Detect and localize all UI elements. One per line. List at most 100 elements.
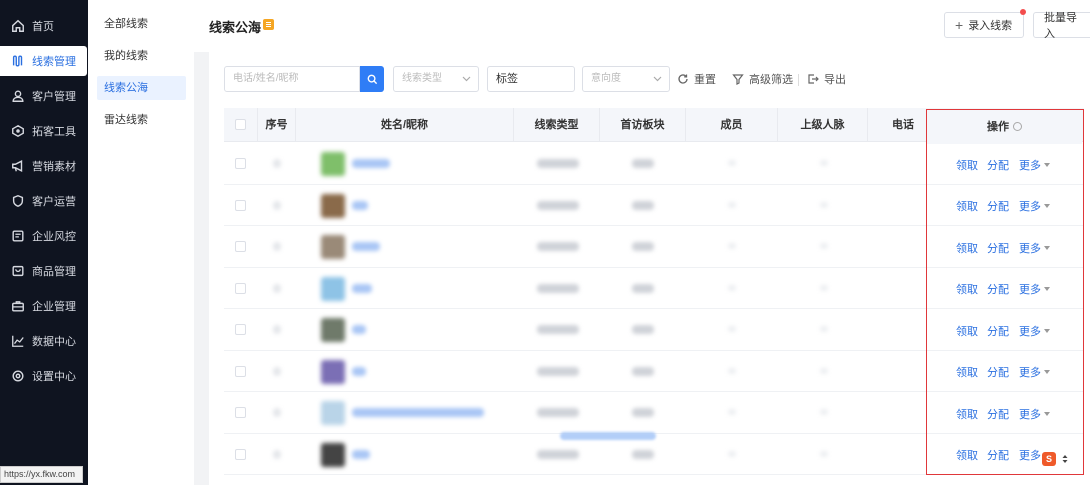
nav-label: 拓客工具: [32, 126, 76, 138]
assign-button[interactable]: 分配: [987, 323, 1009, 339]
more-dropdown[interactable]: 更多: [1019, 364, 1050, 380]
assign-button[interactable]: 分配: [987, 240, 1009, 256]
nav-item-operation[interactable]: 客户运营: [0, 186, 88, 216]
more-label: 更多: [1019, 367, 1041, 380]
row-checkbox[interactable]: [235, 407, 246, 418]
lead-type-placeholder: 线索类型: [402, 73, 442, 84]
more-label: 更多: [1019, 242, 1041, 255]
lead-name-blurred[interactable]: [352, 366, 366, 376]
settings-icon: [11, 369, 25, 383]
claim-button[interactable]: 领取: [956, 364, 978, 380]
lead-type-select[interactable]: 线索类型: [393, 66, 479, 92]
avatar: [321, 442, 345, 467]
submenu-my-leads[interactable]: 我的线索: [97, 44, 186, 68]
add-lead-label: 录入线索: [968, 20, 1013, 32]
advanced-filter-button[interactable]: 高级筛选: [732, 71, 793, 87]
briefcase-icon: [11, 299, 25, 313]
claim-button[interactable]: 领取: [956, 323, 978, 339]
assign-button[interactable]: 分配: [987, 157, 1009, 173]
nav-item-tools[interactable]: 拓客工具: [0, 116, 88, 146]
search-icon: [367, 74, 377, 84]
nav-label: 客户管理: [32, 91, 76, 103]
column-header-operations: 操作: [927, 110, 1082, 144]
intent-select[interactable]: 意向度: [582, 66, 670, 92]
lead-name-blurred[interactable]: [352, 325, 366, 334]
assign-button[interactable]: 分配: [987, 281, 1009, 297]
tag-select[interactable]: 标签: [487, 66, 575, 92]
nav-item-customers[interactable]: 客户管理: [0, 81, 88, 111]
claim-button[interactable]: 领取: [956, 198, 978, 214]
caret-down-icon: [1044, 411, 1050, 416]
member-blurred: [728, 160, 736, 166]
more-label: 更多: [1019, 284, 1041, 297]
submenu-all-leads[interactable]: 全部线索: [97, 12, 186, 36]
nav-item-marketing[interactable]: 营销素材: [0, 151, 88, 181]
member-blurred: [728, 367, 736, 374]
member-blurred: [728, 326, 736, 332]
claim-button[interactable]: 领取: [956, 406, 978, 422]
caret-down-icon: [1044, 204, 1050, 209]
row-actions: 领取 分配 更多: [927, 144, 1082, 186]
export-button[interactable]: 导出: [807, 71, 846, 87]
assign-button[interactable]: 分配: [987, 198, 1009, 214]
avatar: [321, 235, 345, 259]
risk-icon: [11, 229, 25, 243]
select-all-checkbox[interactable]: [235, 119, 246, 130]
submenu-radar-leads[interactable]: 雷达线索: [97, 108, 186, 132]
row-actions: 领取 分配 更多: [927, 269, 1082, 311]
product-icon: [11, 264, 25, 278]
row-checkbox[interactable]: [235, 324, 246, 335]
row-checkbox[interactable]: [235, 199, 246, 211]
claim-button[interactable]: 领取: [956, 240, 978, 256]
lead-name-blurred[interactable]: [352, 449, 370, 459]
nav-item-settings[interactable]: 设置中心: [0, 361, 88, 391]
first-visit-blurred: [632, 283, 654, 293]
claim-button[interactable]: 领取: [956, 281, 978, 297]
claim-button[interactable]: 领取: [956, 157, 978, 173]
more-dropdown[interactable]: 更多: [1019, 281, 1050, 297]
more-dropdown[interactable]: 更多: [1019, 157, 1050, 173]
reset-button[interactable]: 重置: [677, 71, 716, 87]
more-dropdown[interactable]: 更多: [1019, 406, 1050, 422]
lead-name-blurred[interactable]: [352, 159, 390, 168]
more-dropdown[interactable]: 更多: [1019, 240, 1050, 256]
add-lead-button[interactable]: + 录入线索: [944, 12, 1024, 38]
lead-name-blurred[interactable]: [352, 408, 484, 417]
lead-type-blurred: [537, 408, 579, 417]
row-checkbox[interactable]: [235, 282, 246, 294]
search-button[interactable]: [360, 66, 384, 92]
floating-helper-button[interactable]: S: [1042, 450, 1074, 467]
row-checkbox[interactable]: [235, 158, 246, 169]
assign-button[interactable]: 分配: [987, 406, 1009, 422]
nav-item-products[interactable]: 商品管理: [0, 256, 88, 286]
megaphone-icon: [11, 159, 25, 173]
row-checkbox[interactable]: [235, 241, 246, 252]
menu-badge-icon[interactable]: [263, 19, 274, 30]
export-icon: [808, 74, 819, 84]
row-checkbox[interactable]: [235, 365, 246, 377]
lead-name-blurred[interactable]: [352, 200, 368, 210]
submenu-public-pool[interactable]: 线索公海: [97, 76, 186, 100]
claim-button[interactable]: 领取: [956, 447, 978, 463]
horizontal-scrollbar[interactable]: [560, 432, 656, 440]
lead-name-blurred[interactable]: [352, 242, 380, 251]
nav-item-home[interactable]: 首页: [0, 11, 88, 41]
row-checkbox[interactable]: [235, 448, 246, 460]
row-actions: 领取 分配 更多: [927, 227, 1082, 269]
operation-icon: [11, 194, 25, 208]
lead-name-blurred[interactable]: [352, 283, 372, 293]
nav-item-data[interactable]: 数据中心: [0, 326, 88, 356]
nav-item-leads[interactable]: 线索管理: [0, 46, 87, 76]
info-icon[interactable]: [1013, 122, 1022, 131]
lead-type-blurred: [537, 200, 579, 210]
assign-button[interactable]: 分配: [987, 364, 1009, 380]
assign-button[interactable]: 分配: [987, 447, 1009, 463]
nav-item-risk[interactable]: 企业风控: [0, 221, 88, 251]
search-input[interactable]: 电话/姓名/昵称: [224, 66, 360, 92]
more-label: 更多: [1019, 159, 1041, 172]
batch-import-button[interactable]: 批量导入: [1033, 12, 1090, 40]
nav-item-company[interactable]: 企业管理: [0, 291, 88, 321]
member-blurred: [728, 284, 736, 291]
more-dropdown[interactable]: 更多: [1019, 198, 1050, 214]
more-dropdown[interactable]: 更多: [1019, 323, 1050, 339]
